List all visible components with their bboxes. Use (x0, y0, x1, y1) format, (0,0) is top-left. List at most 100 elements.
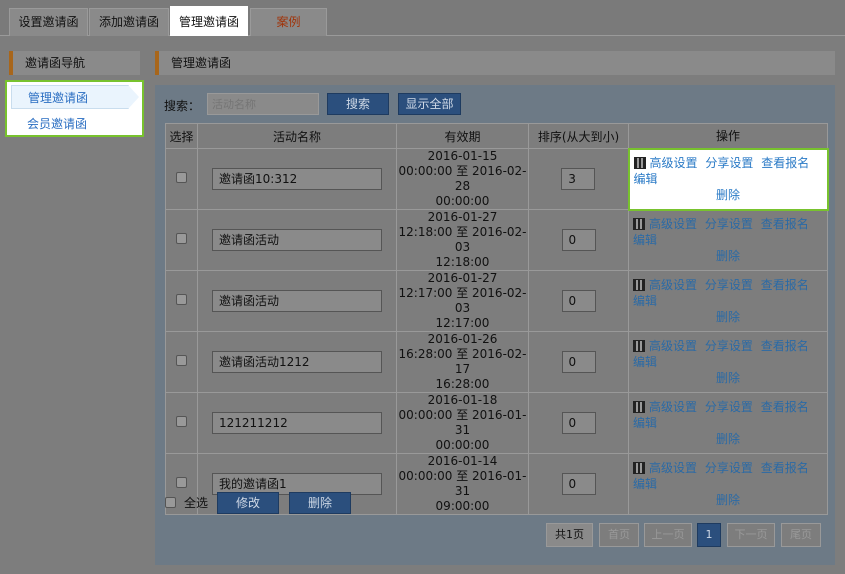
search-button[interactable]: 搜索 (327, 93, 389, 115)
validity-start: 2016-01-14 (427, 454, 498, 468)
row-actions-cell: 高级设置 分享设置 查看报名 编辑 删除 (628, 331, 828, 393)
qr-code-icon[interactable] (633, 340, 645, 352)
activity-name-field[interactable]: 邀请函活动 (212, 290, 382, 312)
row-checkbox[interactable] (176, 293, 187, 305)
pager-last[interactable]: 尾页 (781, 523, 821, 547)
advanced-settings-link[interactable]: 高级设置 (650, 156, 698, 170)
share-settings-link[interactable]: 分享设置 (705, 339, 753, 353)
qr-code-icon[interactable] (633, 401, 645, 413)
advanced-settings-link[interactable]: 高级设置 (649, 339, 697, 353)
qr-code-icon[interactable] (633, 218, 645, 231)
table-row: 邀请函活动 2016-01-27 12:17:00 至 2016-02-03 12:1… (165, 270, 828, 332)
edit-link[interactable]: 编辑 (633, 477, 657, 491)
validity-end-time: 09:00:00 (435, 499, 490, 513)
search-input[interactable] (207, 93, 319, 115)
sort-field[interactable]: 0 (561, 351, 596, 373)
row-actions-cell: 高级设置 分享设置 查看报名 编辑 删除 (627, 147, 829, 211)
row-name-cell: 邀请函10:312 (197, 148, 397, 210)
activity-name-field[interactable]: 邀请函活动 (212, 229, 382, 251)
pager-current[interactable]: 1 (697, 523, 721, 547)
qr-code-icon[interactable] (633, 462, 645, 474)
validity-end-time: 12:18:00 (435, 255, 490, 269)
tab-cases[interactable]: 案例 (250, 8, 327, 36)
view-registrations-link[interactable]: 查看报名 (761, 461, 809, 475)
validity-end-time: 16:28:00 (435, 377, 490, 391)
view-registrations-link[interactable]: 查看报名 (761, 217, 809, 231)
edit-link[interactable]: 编辑 (633, 416, 657, 430)
sort-field[interactable]: 0 (561, 290, 596, 312)
share-settings-link[interactable]: 分享设置 (705, 461, 753, 475)
share-settings-link[interactable]: 分享设置 (705, 156, 753, 170)
advanced-settings-link[interactable]: 高级设置 (649, 461, 697, 475)
table-row: 邀请函活动1212 2016-01-26 16:28:00 至 2016-02-17… (165, 331, 828, 393)
table-row: 121211212 2016-01-18 00:00:00 至 2016-01-31… (165, 392, 828, 454)
view-registrations-link[interactable]: 查看报名 (761, 400, 809, 414)
select-all-checkbox[interactable] (165, 497, 176, 508)
edit-link[interactable]: 编辑 (633, 233, 657, 247)
advanced-settings-link[interactable]: 高级设置 (649, 278, 697, 292)
delete-link[interactable]: 删除 (633, 370, 823, 386)
qr-code-icon[interactable] (633, 157, 646, 169)
advanced-settings-link[interactable]: 高级设置 (649, 217, 697, 231)
activity-name-field[interactable]: 邀请函10:312 (212, 168, 382, 190)
row-validity-cell: 2016-01-27 12:17:00 至 2016-02-03 12:17:00 (396, 270, 529, 332)
validity-range: 12:17:00 至 2016-02-03 (398, 286, 527, 315)
delete-link[interactable]: 删除 (633, 309, 823, 325)
row-validity-cell: 2016-01-18 00:00:00 至 2016-01-31 00:00:00 (396, 392, 529, 454)
qr-code-icon[interactable] (633, 279, 645, 291)
header-validity: 有效期 (396, 123, 529, 149)
delete-link[interactable]: 删除 (634, 187, 823, 203)
row-name-cell: 邀请函活动1212 (197, 331, 397, 393)
row-checkbox[interactable] (176, 415, 187, 427)
show-all-button[interactable]: 显示全部 (398, 93, 461, 115)
edit-link[interactable]: 编辑 (634, 172, 658, 186)
delete-link[interactable]: 删除 (633, 248, 823, 264)
tab-manage-invitation[interactable]: 管理邀请函 (170, 6, 248, 36)
view-registrations-link[interactable]: 查看报名 (761, 278, 809, 292)
share-settings-link[interactable]: 分享设置 (705, 400, 753, 414)
row-name-cell: 邀请函活动 (197, 270, 397, 332)
row-select-cell (165, 148, 198, 210)
select-all[interactable]: 全选 (165, 495, 208, 511)
row-checkbox[interactable] (176, 232, 187, 244)
row-name-cell: 121211212 (197, 392, 397, 454)
sort-field[interactable]: 0 (561, 229, 596, 251)
table-row: 邀请函10:312 2016-01-15 00:00:00 至 2016-02-28… (165, 147, 829, 211)
pager-first[interactable]: 首页 (599, 523, 639, 547)
tab-add-invitation[interactable]: 添加邀请函 (89, 8, 169, 36)
row-select-cell (165, 392, 198, 454)
share-settings-link[interactable]: 分享设置 (705, 278, 753, 292)
activity-name-field[interactable]: 121211212 (212, 412, 382, 434)
row-checkbox[interactable] (176, 476, 187, 488)
row-validity-cell: 2016-01-14 00:00:00 至 2016-01-31 09:00:00 (396, 453, 529, 515)
activity-name-field[interactable]: 邀请函活动1212 (212, 351, 382, 373)
invitation-table: 选择 活动名称 有效期 排序(从大到小) 操作 邀请函10:312 2016-01… (165, 123, 829, 515)
edit-link[interactable]: 编辑 (633, 294, 657, 308)
sort-field[interactable]: 0 (561, 412, 596, 434)
row-select-cell (165, 209, 198, 271)
row-name-cell: 邀请函活动 (197, 209, 397, 271)
validity-end-time: 00:00:00 (435, 194, 490, 208)
select-all-label: 全选 (184, 496, 209, 510)
delete-link[interactable]: 删除 (633, 431, 823, 447)
row-checkbox[interactable] (176, 354, 187, 366)
delete-button[interactable]: 删除 (289, 492, 351, 514)
sort-field[interactable]: 0 (561, 473, 596, 495)
edit-link[interactable]: 编辑 (633, 355, 657, 369)
sidebar-item-member[interactable]: 会员邀请函 (11, 112, 129, 136)
pager-next[interactable]: 下一页 (727, 523, 775, 547)
share-settings-link[interactable]: 分享设置 (705, 217, 753, 231)
header-sort: 排序(从大到小) (528, 123, 629, 149)
row-checkbox[interactable] (176, 171, 187, 183)
pager-prev[interactable]: 上一页 (644, 523, 692, 547)
advanced-settings-link[interactable]: 高级设置 (649, 400, 697, 414)
sort-field[interactable]: 3 (561, 168, 596, 190)
view-registrations-link[interactable]: 查看报名 (761, 339, 809, 353)
delete-link[interactable]: 删除 (633, 492, 823, 508)
row-validity-cell: 2016-01-15 00:00:00 至 2016-02-28 00:00:00 (396, 148, 529, 210)
sidebar-item-manage[interactable]: 管理邀请函 (11, 85, 139, 109)
modify-button[interactable]: 修改 (217, 492, 279, 514)
tab-settings[interactable]: 设置邀请函 (9, 8, 88, 36)
view-registrations-link[interactable]: 查看报名 (761, 156, 809, 170)
main-panel: 搜索： 搜索 显示全部 选择 活动名称 有效期 排序(从大到小) 操作 邀请函1… (155, 85, 835, 565)
